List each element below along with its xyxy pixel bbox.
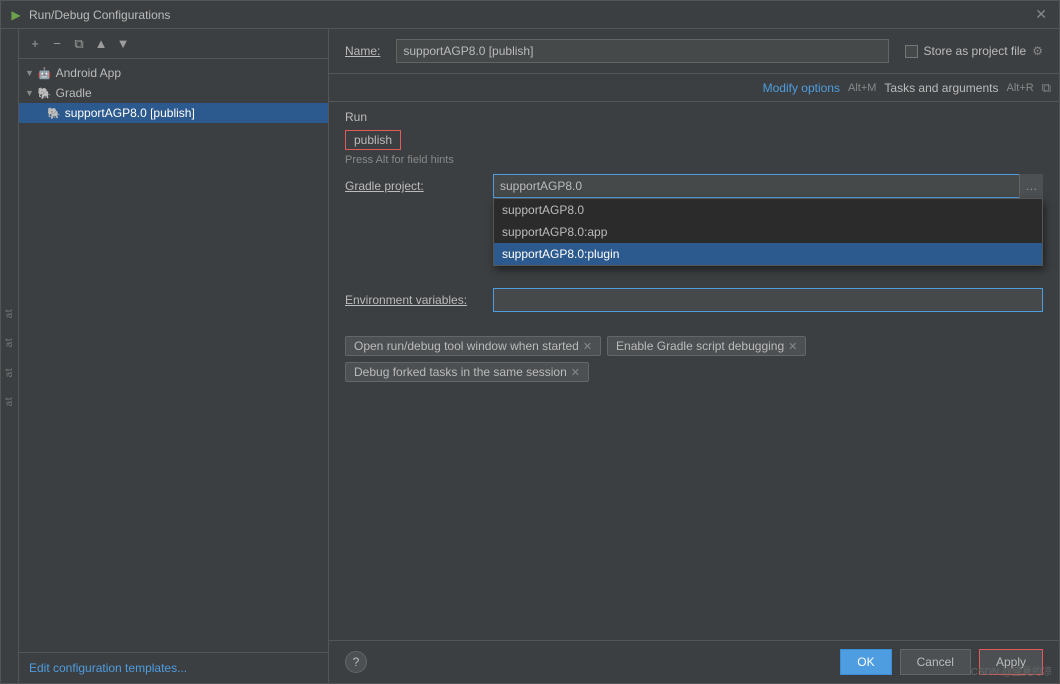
run-debug-dialog: ▶ Run/Debug Configurations ✕ at at at at… [0,0,1060,684]
tree-item-support-agp[interactable]: 🐘 supportAGP8.0 [publish] [19,103,328,123]
right-panel: Name: Store as project file ⚙ Modify opt… [329,29,1059,683]
dropdown-item-1[interactable]: supportAGP8.0:app [494,221,1042,243]
side-label-4: at [4,397,15,406]
chip-enable-gradle-debug-close[interactable]: ✕ [788,340,797,353]
left-footer: Edit configuration templates... [19,652,328,683]
modify-options-shortcut: Alt+M [848,82,876,94]
bottom-bar: ? OK Cancel Apply [329,640,1059,683]
gradle-project-label: Gradle project: [345,179,493,193]
config-tree: ▼ 🤖 Android App ▼ 🐘 Gradle 🐘 supportAGP8… [19,59,328,652]
run-section: Run publish Press Alt for field hints Gr… [329,102,1059,328]
side-labels-panel: at at at at [1,29,19,683]
browse-button[interactable]: … [1019,174,1043,198]
store-checkbox[interactable] [905,45,918,58]
close-button[interactable]: ✕ [1031,4,1051,25]
left-toolbar: + − ⧉ ▲ ▼ [19,29,328,59]
gradle-project-dropdown: supportAGP8.0 supportAGP8.0:app supportA… [493,198,1043,266]
store-project-area: Store as project file ⚙ [905,44,1043,58]
gradle-project-input-container: … supportAGP8.0 supportAGP8.0:app suppor… [493,174,1043,198]
right-header: Name: Store as project file ⚙ [329,29,1059,74]
chip-enable-gradle-debug: Enable Gradle script debugging ✕ [607,336,806,356]
modify-options-link[interactable]: Modify options [763,81,840,95]
android-app-label: Android App [56,66,121,80]
chevron-right-icon: ▼ [25,68,34,78]
dialog-icon: ▶ [9,8,23,22]
gradle-icon: 🐘 [38,87,52,100]
gear-icon[interactable]: ⚙ [1032,44,1043,58]
left-panel: + − ⧉ ▲ ▼ ▼ 🤖 Android App ▼ 🐘 Gradle [19,29,329,683]
hint-text: Press Alt for field hints [345,154,1043,166]
move-up-button[interactable]: ▲ [91,34,111,54]
env-vars-row: Environment variables: [345,288,1043,312]
chip-open-tool-window-close[interactable]: ✕ [583,340,592,353]
tree-group-gradle[interactable]: ▼ 🐘 Gradle [19,83,328,103]
chips-area: Open run/debug tool window when started … [329,328,1059,396]
chip-row-2: Debug forked tasks in the same session ✕ [345,362,1043,382]
tasks-args-shortcut: Alt+R [1006,82,1033,94]
android-icon: 🤖 [38,67,52,80]
copy-config-button[interactable]: ⧉ [69,34,89,54]
title-bar: ▶ Run/Debug Configurations ✕ [1,1,1059,29]
ok-button[interactable]: OK [840,649,891,675]
env-vars-input[interactable] [493,288,1043,312]
tree-group-android-app[interactable]: ▼ 🤖 Android App [19,63,328,83]
chip-debug-forked-tasks-close[interactable]: ✕ [571,366,580,379]
options-bar: Modify options Alt+M Tasks and arguments… [329,74,1059,102]
dropdown-item-2[interactable]: supportAGP8.0:plugin [494,243,1042,265]
chip-debug-forked-tasks: Debug forked tasks in the same session ✕ [345,362,589,382]
watermark: CSDN @盛夏的凉 [971,663,1052,678]
copy-button[interactable]: ⧉ [1042,80,1051,96]
tasks-and-arguments-label: Tasks and arguments [884,81,998,95]
side-label-1: at [4,309,15,318]
gradle-project-row: Gradle project: … supportAGP8.0 supportA… [345,174,1043,198]
chip-open-tool-window: Open run/debug tool window when started … [345,336,601,356]
add-button[interactable]: + [25,34,45,54]
content-area: at at at at + − ⧉ ▲ ▼ ▼ 🤖 Android App [1,29,1059,683]
edit-templates-link[interactable]: Edit configuration templates... [29,661,187,675]
move-down-button[interactable]: ▼ [113,34,133,54]
dialog-title: Run/Debug Configurations [29,8,1031,22]
chip-enable-gradle-debug-label: Enable Gradle script debugging [616,339,784,353]
chip-open-tool-window-label: Open run/debug tool window when started [354,339,579,353]
task-tag-publish[interactable]: publish [345,130,401,150]
gradle-config-icon: 🐘 [47,107,61,120]
env-vars-label: Environment variables: [345,293,493,307]
chip-row-1: Open run/debug tool window when started … [345,336,1043,356]
side-label-2: at [4,338,15,347]
chip-debug-forked-tasks-label: Debug forked tasks in the same session [354,365,567,379]
name-label: Name: [345,44,380,58]
name-input[interactable] [396,39,888,63]
remove-button[interactable]: − [47,34,67,54]
side-label-3: at [4,368,15,377]
cancel-button[interactable]: Cancel [900,649,971,675]
dropdown-item-0[interactable]: supportAGP8.0 [494,199,1042,221]
env-vars-input-container [493,288,1043,312]
store-project-label: Store as project file [924,44,1027,58]
run-header: Run [345,110,1043,124]
gradle-project-input[interactable] [493,174,1043,198]
gradle-label: Gradle [56,86,92,100]
chevron-down-icon: ▼ [25,88,34,98]
support-agp-label: supportAGP8.0 [publish] [65,106,195,120]
help-button[interactable]: ? [345,651,367,673]
